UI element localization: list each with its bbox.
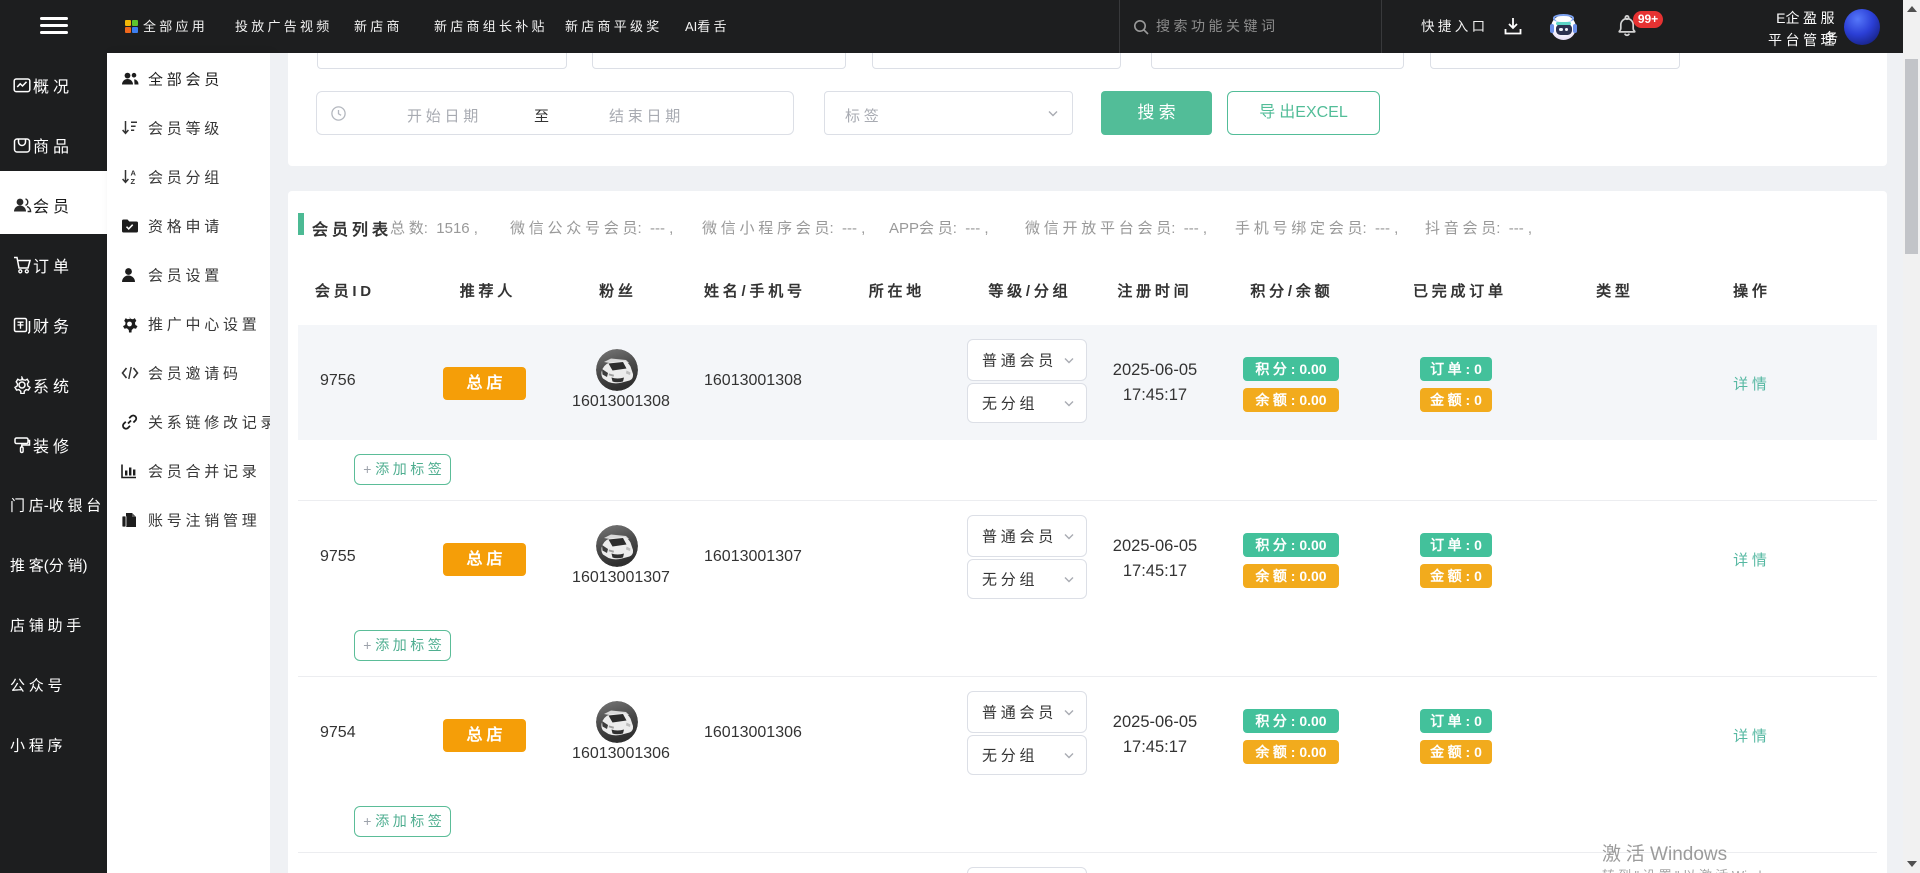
- svg-text:Z: Z: [131, 177, 136, 185]
